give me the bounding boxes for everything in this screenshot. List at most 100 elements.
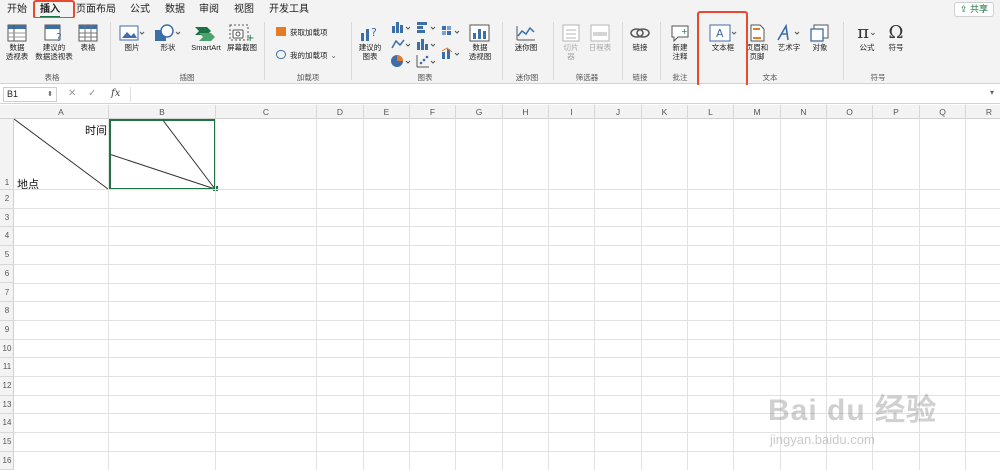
grid-line <box>14 207 1000 209</box>
pivot-chart-button[interactable]: 数据 透视图 <box>466 24 494 61</box>
pivot-table-button[interactable]: 数据 透视表 <box>4 24 30 61</box>
svg-text:A: A <box>716 27 724 40</box>
tab-view[interactable]: 视图 <box>234 3 254 16</box>
recommended-charts-button[interactable]: ? 建议的 图表 <box>355 24 385 61</box>
row-header[interactable]: 11 <box>0 358 14 377</box>
column-header[interactable]: J <box>595 105 642 119</box>
tab-insert[interactable]: 插入 <box>40 3 60 18</box>
textbox-button[interactable]: A 文本框 <box>703 24 743 53</box>
header-footer-button[interactable]: 页眉和 页脚 <box>743 24 771 61</box>
column-header[interactable]: N <box>781 105 827 119</box>
slicer-icon <box>562 24 580 42</box>
combo-chart-button[interactable] <box>440 46 462 63</box>
recommended-charts-icon: ? <box>361 26 377 41</box>
bar-chart-button[interactable] <box>415 20 437 37</box>
omega-icon: Ω <box>888 22 904 43</box>
slicer-button[interactable]: 切片 器 <box>558 24 584 61</box>
wordart-button[interactable]: 艺术字 <box>773 24 805 53</box>
column-header[interactable]: C <box>216 105 317 119</box>
svg-text:?: ? <box>371 26 377 39</box>
table-button[interactable]: 表格 <box>77 24 99 53</box>
line-chart-button[interactable] <box>390 37 412 54</box>
name-box[interactable]: B1 ⬍ <box>3 87 57 102</box>
map-chart-icon <box>442 26 460 35</box>
scatter-chart-button[interactable] <box>415 54 437 71</box>
tab-developer[interactable]: 开发工具 <box>269 3 309 16</box>
svg-text:+: + <box>246 33 254 42</box>
column-header[interactable]: D <box>317 105 364 119</box>
expand-icon[interactable]: ▾ <box>990 88 994 97</box>
column-header[interactable]: H <box>503 105 549 119</box>
scatter-chart-icon <box>416 55 436 68</box>
my-addins-button[interactable]: 我的加载项 ⌄ <box>276 50 337 61</box>
row-header[interactable]: 5 <box>0 246 14 265</box>
column-header[interactable]: I <box>549 105 595 119</box>
watermark-logo: Bai du 经验 <box>768 394 938 427</box>
column-header[interactable]: F <box>410 105 456 119</box>
enter-icon[interactable]: ✓ <box>88 88 96 99</box>
row-header[interactable]: 4 <box>0 227 14 247</box>
column-header[interactable]: P <box>873 105 920 119</box>
grid-line <box>14 282 1000 284</box>
tab-review[interactable]: 审阅 <box>199 3 219 16</box>
grid-line <box>733 119 734 470</box>
cancel-icon[interactable]: ✕ <box>68 88 76 99</box>
tab-home[interactable]: 开始 <box>7 3 27 16</box>
pie-chart-button[interactable] <box>390 54 412 71</box>
stat-chart-button[interactable] <box>415 37 437 54</box>
shapes-button[interactable]: 形状 <box>152 24 184 53</box>
row-header[interactable]: 13 <box>0 396 14 415</box>
column-chart-button[interactable] <box>390 20 412 37</box>
shapes-icon <box>155 24 181 41</box>
fx-icon[interactable]: fx <box>111 88 120 99</box>
tab-formulas[interactable]: 公式 <box>130 3 150 16</box>
pictures-button[interactable]: 图片 <box>117 24 147 53</box>
row-header[interactable]: 7 <box>0 284 14 303</box>
symbol-button[interactable]: Ω 符号 <box>884 22 908 53</box>
object-button[interactable]: 对象 <box>807 24 833 53</box>
recommended-pivot-button[interactable]: ? 建议的 数据透视表 <box>32 24 76 61</box>
comment-icon: + <box>671 25 689 42</box>
link-button[interactable]: 链接 <box>627 24 653 53</box>
row-header[interactable]: 9 <box>0 321 14 340</box>
object-icon <box>810 24 829 42</box>
separator <box>698 22 699 80</box>
tab-data[interactable]: 数据 <box>165 3 185 16</box>
recommended-pivot-icon: ? <box>44 24 62 42</box>
share-label: 共享 <box>970 4 989 14</box>
column-header[interactable]: B <box>109 105 216 119</box>
row-header[interactable]: 12 <box>0 377 14 396</box>
column-header[interactable]: K <box>642 105 688 119</box>
tab-page-layout[interactable]: 页面布局 <box>76 3 116 16</box>
row-header[interactable]: 14 <box>0 414 14 434</box>
row-header[interactable]: 6 <box>0 265 14 284</box>
column-header[interactable]: O <box>827 105 873 119</box>
row-header[interactable]: 16 <box>0 452 14 470</box>
column-header[interactable]: A <box>14 105 109 119</box>
row-header[interactable]: 15 <box>0 433 14 452</box>
screenshot-button[interactable]: + 屏幕截图 <box>225 24 259 53</box>
sparkline-button[interactable]: 迷你图 <box>510 24 542 53</box>
column-header[interactable]: L <box>688 105 734 119</box>
row-header[interactable]: 2 <box>0 190 14 209</box>
get-addins-button[interactable]: 获取加载项 <box>276 27 328 38</box>
row-header[interactable]: 1 <box>0 119 14 190</box>
row-header[interactable]: 8 <box>0 302 14 321</box>
map-chart-button[interactable] <box>440 24 462 41</box>
column-header[interactable]: E <box>364 105 410 119</box>
line-chart-icon <box>391 39 411 49</box>
column-header[interactable]: M <box>734 105 781 119</box>
selected-cell-b1[interactable] <box>109 119 216 190</box>
column-header[interactable]: Q <box>920 105 966 119</box>
row-header[interactable]: 3 <box>0 209 14 228</box>
smartart-button[interactable]: SmartArt <box>187 24 225 53</box>
column-header[interactable]: G <box>456 105 503 119</box>
timeline-button[interactable]: 日程表 <box>584 24 616 53</box>
group-label-links: 链接 <box>632 73 648 82</box>
share-button[interactable]: ⇪ 共享 <box>954 2 994 17</box>
equation-button[interactable]: π⌄ 公式 <box>850 22 884 53</box>
new-comment-button[interactable]: + 新建 注释 <box>666 24 694 61</box>
row-header[interactable]: 10 <box>0 340 14 359</box>
formula-input[interactable] <box>130 87 990 102</box>
column-header[interactable]: R <box>966 105 1000 119</box>
